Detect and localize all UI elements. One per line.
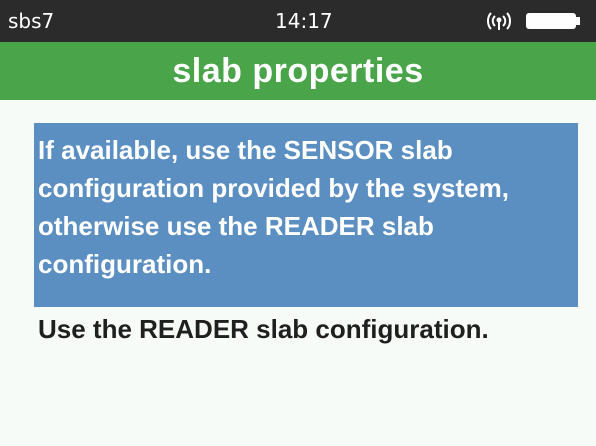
page-title: slab properties [172,52,424,90]
options-list: If available, use the SENSOR slab config… [0,100,596,446]
title-bar: slab properties [0,42,596,100]
option-sensor-config[interactable]: If available, use the SENSOR slab config… [34,123,578,307]
wireless-signal-icon [487,12,511,30]
battery-full-icon [526,13,580,29]
option-reader-config[interactable]: Use the READER slab configuration. [34,310,578,352]
device-name: sbs7 [8,9,55,33]
status-time: 14:17 [275,9,333,33]
device-screen: sbs7 14:17 slab properties If available,… [0,0,596,446]
status-bar: sbs7 14:17 [0,0,596,42]
